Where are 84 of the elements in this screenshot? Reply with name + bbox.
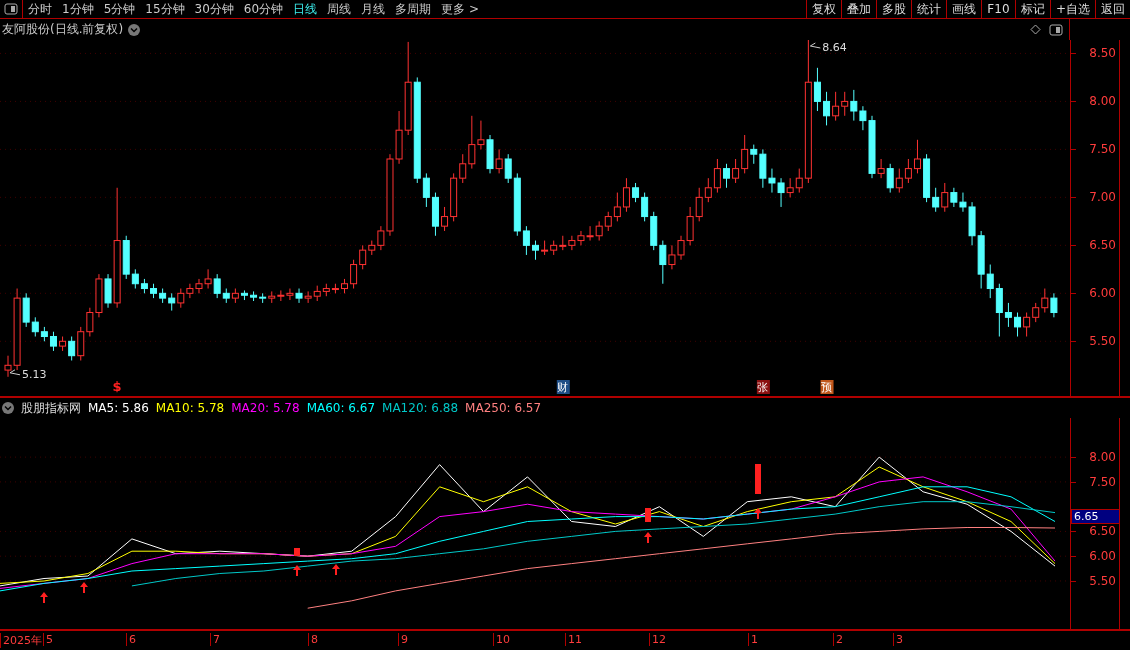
candlestick [341,278,348,294]
event-marker: $ [112,379,122,394]
series-value: : 5.78 [265,401,300,415]
toolbar-button[interactable]: 画线 [945,0,981,18]
up-arrow-icon [80,582,88,593]
toolbar-button[interactable]: 统计 [910,0,946,18]
up-arrow-icon [40,592,48,603]
date-label: 12 [649,633,666,646]
period-tab[interactable]: 5分钟 [98,0,141,18]
axis-tick-label: 5.50 [1089,573,1116,588]
date-label: 2025年 [0,633,42,648]
candlestick [723,163,730,189]
series-value: : 6.57 [506,401,542,415]
period-tab[interactable]: 月线 [356,0,391,18]
dropdown-icon [2,402,14,414]
up-arrow-icon [644,532,652,543]
dropdown-icon [128,23,141,36]
axis-tick-label: 7.00 [1089,190,1116,205]
series-name: MA250 [465,401,507,415]
axis-tick-label: 6.50 [1089,238,1116,253]
toolbar-button[interactable]: 叠加 [840,0,876,18]
toolbar-button[interactable]: 标记 [1014,0,1050,18]
date-label: 1 [748,633,758,646]
event-marker: 财 [556,380,570,394]
period-tab[interactable]: 周线 [322,0,357,18]
series-value: : 5.78 [189,401,225,415]
candlestick [150,283,157,299]
date-label: 6 [126,633,136,646]
panel-toggle-icon [4,3,18,15]
diamond-icon [1030,24,1041,35]
date-label: 3 [893,633,903,646]
toolbar-button[interactable]: 返回 [1095,0,1130,18]
chart-title: 友阿股份(日线.前复权) [2,21,124,38]
annotation: 8.64 [822,41,847,54]
period-tab[interactable]: 更多 > [436,0,484,18]
series-value: : 6.88 [423,401,459,415]
event-marker: 张 [756,380,770,394]
axis-tick-label: 8.00 [1089,94,1116,109]
axis-tick-label: 6.00 [1089,286,1116,301]
candlestick [914,139,921,174]
price-label: 5.13 [9,367,47,381]
axis-tick-label: 8.00 [1089,450,1116,465]
period-tab[interactable]: 60分钟 [238,0,289,18]
toolbar-button[interactable]: 复权 [805,0,841,18]
axis-tick-label: 6.50 [1089,524,1116,539]
series-name: MA120 [382,401,424,415]
up-arrow-icon [754,508,762,519]
price-label: 8.64 [809,41,847,54]
signal-bar [645,508,651,522]
toolbar-button[interactable]: +自选 [1049,0,1095,18]
series-value: : 6.67 [340,401,376,415]
series-name: MA10 [155,401,190,415]
toolbar-button[interactable]: F10 [980,0,1015,18]
date-label: 11 [565,633,582,646]
date-label: 8 [308,633,318,646]
up-arrow-icon [293,565,301,576]
toolbar-button[interactable]: 多股 [875,0,911,18]
period-tab[interactable]: 多周期 [390,0,437,18]
period-tab[interactable]: 1分钟 [57,0,99,18]
date-label: 2 [833,633,843,646]
date-label: 9 [398,633,408,646]
date-label: 7 [210,633,220,646]
signal-bar [294,548,300,556]
series-value: : 5.86 [114,401,149,415]
series-name: MA5 [88,401,115,415]
axis-tick-label: 7.50 [1089,142,1116,157]
axis-tick-label: 8.50 [1089,46,1116,61]
signal-bar [755,464,761,494]
current-value-label: 6.65 [1071,509,1120,524]
event-marker: 预 [820,380,834,394]
axis-tick-label: 5.50 [1089,334,1116,349]
period-tab[interactable]: 30分钟 [189,0,239,18]
axis-tick-label: 6.00 [1089,549,1116,564]
period-tab[interactable]: 日线 [288,0,323,18]
axis-tick-label: 7.50 [1089,474,1116,489]
period-tab[interactable]: 分时 [23,0,57,18]
up-arrow-icon [332,564,340,575]
date-label: 5 [43,633,53,646]
date-label: 10 [493,633,510,646]
indicator-title: 股朋指标网 [21,399,81,417]
period-tab[interactable]: 15分钟 [140,0,190,18]
annotation: 5.13 [22,367,47,381]
candlestick [532,240,539,261]
panel-toggle-icon [1049,23,1063,36]
